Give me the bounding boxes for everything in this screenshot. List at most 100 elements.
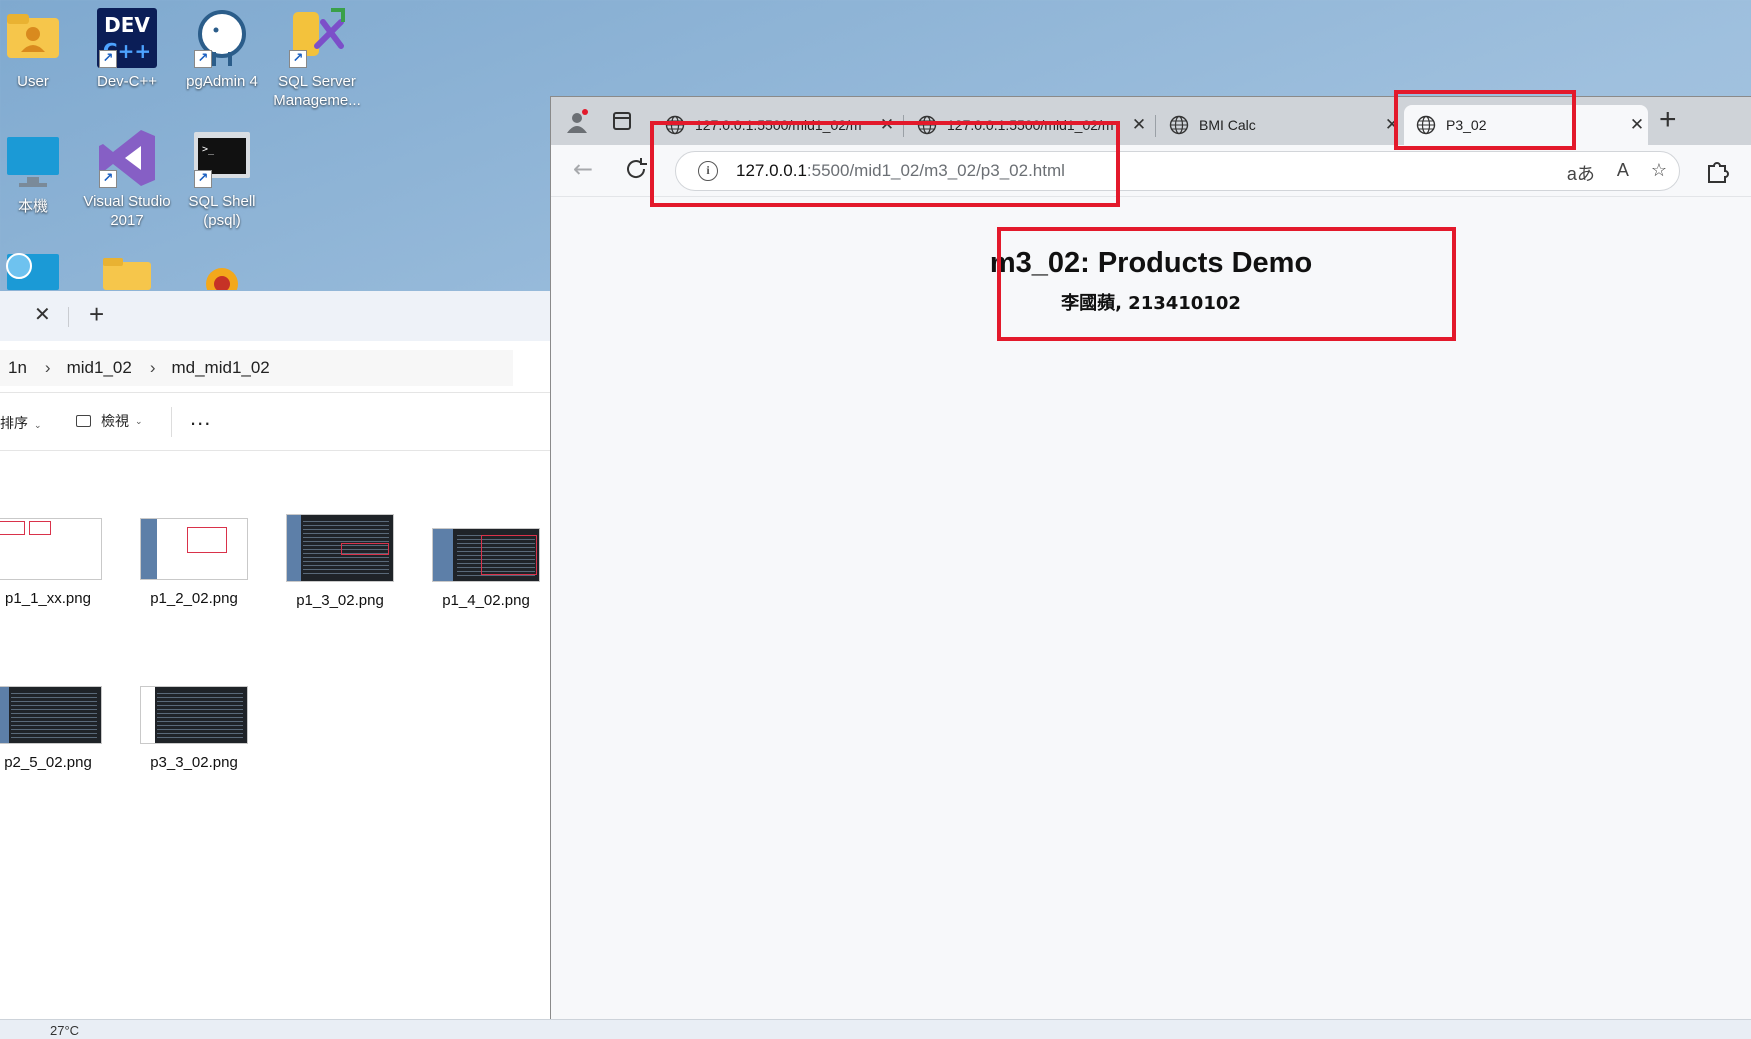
chevron-down-icon: ⌄ xyxy=(34,420,42,430)
sql-server-tools-icon: ↗ xyxy=(287,8,347,68)
thumbnail-content xyxy=(0,687,9,743)
desktop-icon-label: 本機 xyxy=(17,198,48,215)
file-thumbnail xyxy=(140,518,248,580)
taskbar: 27°C xyxy=(0,1019,1751,1039)
file-item[interactable]: p1_4_02.png xyxy=(416,528,556,609)
desktop-icon-visual-studio[interactable]: ↗ Visual Studio 2017 xyxy=(79,128,175,230)
desktop-icon-label: Dev-C++ xyxy=(96,73,158,90)
file-name: p3_3_02.png xyxy=(150,754,238,771)
desktop-icon-label: SQL Server Manageme... xyxy=(273,73,361,109)
command-separator xyxy=(171,407,172,437)
globe-icon xyxy=(1169,115,1189,135)
svg-text:DEV: DEV xyxy=(104,13,150,37)
tab-title: BMI Calc xyxy=(1199,117,1256,133)
refresh-icon[interactable] xyxy=(624,157,648,181)
tab-separator xyxy=(68,307,69,327)
view-label: 檢視 xyxy=(101,413,129,429)
annotation-box-address xyxy=(650,121,1120,207)
file-name: p1_4_02.png xyxy=(442,592,530,609)
desktop-icon-pgadmin[interactable]: ↗ pgAdmin 4 xyxy=(174,8,270,91)
chevron-right-icon: › xyxy=(44,358,51,377)
desktop-icon-user[interactable]: User xyxy=(0,8,81,91)
shortcut-arrow-icon: ↗ xyxy=(99,50,117,68)
breadcrumb-item[interactable]: md_mid1_02 xyxy=(171,358,269,378)
back-arrow-icon[interactable]: ← xyxy=(573,155,593,183)
weather-temperature[interactable]: 27°C xyxy=(50,1023,79,1038)
close-tab-icon[interactable]: ✕ xyxy=(1128,115,1150,135)
tab-divider xyxy=(1155,115,1156,137)
desktop-icon-this-pc[interactable]: 本機 xyxy=(0,133,81,216)
explorer-address-bar: 1n › mid1_02 › md_mid1_02 xyxy=(0,341,553,393)
file-thumbnail xyxy=(140,686,248,744)
file-thumbnail xyxy=(0,518,102,580)
file-item[interactable]: p1_1_xx.png xyxy=(0,518,118,607)
new-tab-button[interactable]: + xyxy=(89,299,104,330)
thumbnail-content xyxy=(141,687,155,743)
thumbnail-content xyxy=(341,543,389,555)
desktop-icon-sqlserver[interactable]: ↗ SQL Server Manageme... xyxy=(269,8,365,110)
file-item[interactable]: p1_3_02.png xyxy=(270,514,410,609)
visual-studio-icon: ↗ xyxy=(97,128,157,188)
profile-icon[interactable] xyxy=(565,109,589,133)
desktop-icon-label: Visual Studio 2017 xyxy=(83,193,171,229)
file-name: p1_3_02.png xyxy=(296,592,384,609)
shortcut-arrow-icon: ↗ xyxy=(99,170,117,188)
translate-icon[interactable]: aあ xyxy=(1567,160,1595,186)
file-thumbnail xyxy=(432,528,540,582)
breadcrumb-item[interactable]: mid1_02 xyxy=(67,358,132,378)
read-aloud-icon[interactable]: A xyxy=(1617,160,1629,186)
annotation-box-tab xyxy=(1394,90,1576,150)
desktop-icon-label: pgAdmin 4 xyxy=(186,73,258,90)
shortcut-arrow-icon: ↗ xyxy=(194,50,212,68)
explorer-command-bar: 排序 ⌄ 檢視 ⌄ ... xyxy=(0,393,553,451)
address-bar-actions: aあ A ☆ xyxy=(1567,160,1667,186)
close-tab-icon[interactable]: ✕ xyxy=(34,302,51,327)
terminal-icon: >_ ↗ xyxy=(192,128,252,188)
browser-tab[interactable]: BMI Calc ✕ xyxy=(1157,105,1403,145)
thumbnail-content xyxy=(0,521,25,535)
desktop-icon-label: User xyxy=(17,73,49,90)
file-name: p1_2_02.png xyxy=(150,590,238,607)
svg-text:>_: >_ xyxy=(202,144,215,155)
file-thumbnail xyxy=(286,514,394,582)
file-item[interactable]: p1_2_02.png xyxy=(124,518,264,607)
chevron-down-icon: ⌄ xyxy=(135,415,143,426)
chevron-right-icon: › xyxy=(149,358,156,377)
favorite-star-icon[interactable]: ☆ xyxy=(1651,160,1667,186)
file-item[interactable]: p2_5_02.png xyxy=(0,686,118,771)
thumbnail-content xyxy=(481,535,537,575)
thumbnail-content xyxy=(433,529,453,581)
breadcrumb-item[interactable]: 1n xyxy=(8,358,27,378)
thumbnail-content xyxy=(157,693,243,739)
tab-actions-icon[interactable] xyxy=(613,112,631,130)
thumbnail-content xyxy=(11,693,97,739)
desktop-icon-label: SQL Shell (psql) xyxy=(188,193,256,229)
sort-label: 排序 xyxy=(0,415,28,431)
more-options-button[interactable]: ... xyxy=(190,405,211,431)
file-thumbnail xyxy=(0,686,102,744)
breadcrumb[interactable]: 1n › mid1_02 › md_mid1_02 xyxy=(0,350,513,386)
file-name: p1_1_xx.png xyxy=(5,590,91,607)
new-tab-button[interactable]: + xyxy=(1659,103,1677,137)
view-button[interactable]: 檢視 ⌄ xyxy=(76,411,143,431)
thumbnail-content xyxy=(187,527,227,553)
desktop-icon-sql-shell[interactable]: >_ ↗ SQL Shell (psql) xyxy=(174,128,270,230)
shortcut-arrow-icon: ↗ xyxy=(289,50,307,68)
sort-button[interactable]: 排序 ⌄ xyxy=(0,413,42,433)
explorer-tab-bar: ✕ + xyxy=(0,291,553,341)
extensions-puzzle-icon[interactable] xyxy=(1703,157,1731,185)
monitor-icon xyxy=(3,133,63,193)
thumbnail-content xyxy=(287,515,301,581)
folder-user-icon xyxy=(3,8,63,68)
file-item[interactable]: p3_3_02.png xyxy=(124,686,264,771)
annotation-box-heading xyxy=(997,227,1456,341)
file-name: p2_5_02.png xyxy=(4,754,92,771)
view-icon xyxy=(76,415,91,427)
devcpp-icon: DEV C++ ↗ xyxy=(97,8,157,68)
shortcut-arrow-icon: ↗ xyxy=(194,170,212,188)
thumbnail-content xyxy=(29,521,51,535)
file-explorer-window: ✕ + 1n › mid1_02 › md_mid1_02 排序 ⌄ 檢視 ⌄ ..… xyxy=(0,291,553,1019)
elephant-icon: ↗ xyxy=(192,8,252,68)
desktop-icon-devcpp[interactable]: DEV C++ ↗ Dev-C++ xyxy=(79,8,175,91)
close-tab-icon[interactable]: ✕ xyxy=(1626,115,1648,135)
